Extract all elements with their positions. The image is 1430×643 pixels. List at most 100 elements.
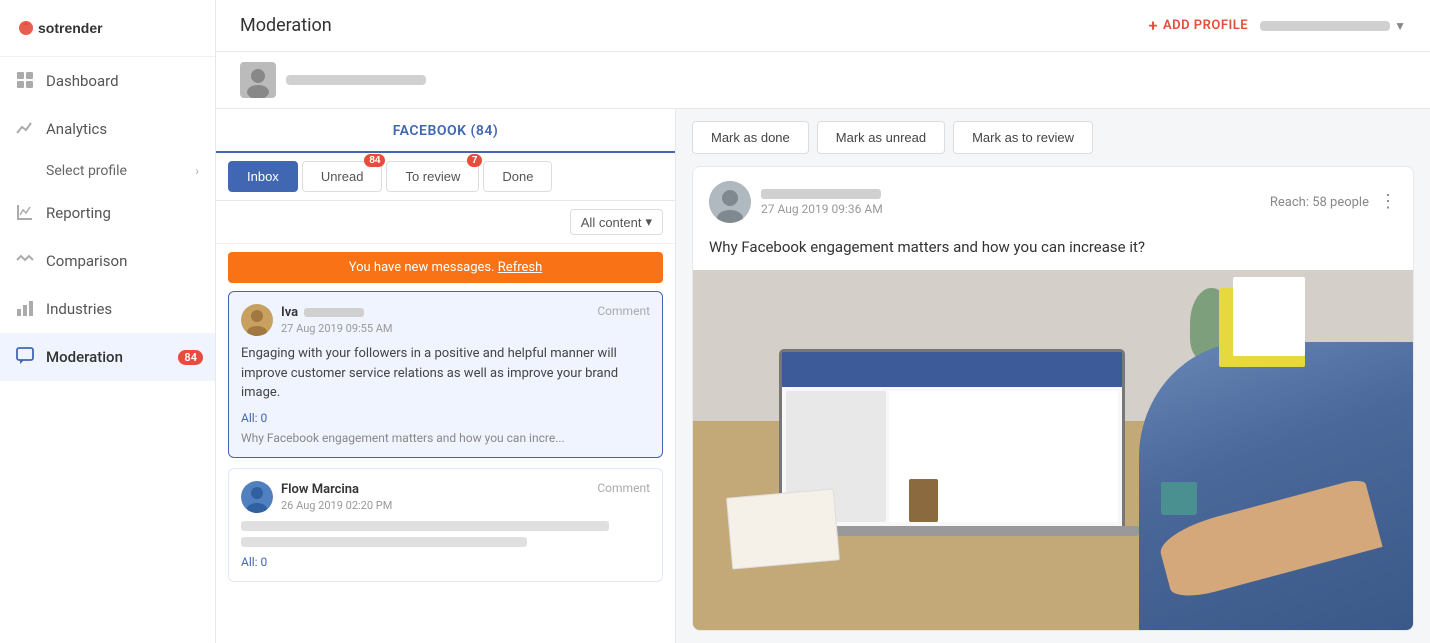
book-white bbox=[1233, 277, 1305, 356]
pen-holder bbox=[909, 479, 938, 522]
industries-icon bbox=[16, 299, 36, 319]
facebook-title: FACEBOOK (84) bbox=[232, 123, 659, 151]
post-author-name-blur bbox=[761, 189, 881, 199]
mug bbox=[1161, 482, 1197, 514]
profile-dropdown[interactable]: ▼ bbox=[1260, 19, 1406, 33]
message-author: Iva 27 Aug 2019 09:55 AM bbox=[241, 304, 393, 336]
dropdown-arrow-icon: ▼ bbox=[1394, 19, 1406, 33]
filter-chevron-icon: ▾ bbox=[645, 214, 652, 230]
avatar-img bbox=[709, 181, 751, 223]
tab-unread[interactable]: 84 Unread bbox=[302, 161, 383, 192]
message-post-ref: Why Facebook engagement matters and how … bbox=[241, 431, 650, 445]
review-count-badge: 7 bbox=[467, 154, 483, 167]
tab-done[interactable]: Done bbox=[483, 161, 552, 192]
reporting-icon bbox=[16, 203, 36, 223]
sidebar-item-analytics-label: Analytics bbox=[46, 120, 107, 138]
message-type: Comment bbox=[597, 481, 650, 495]
tab-to-review[interactable]: 7 To review bbox=[386, 161, 479, 192]
chevron-right-icon: › bbox=[195, 164, 199, 178]
left-panel: FACEBOOK (84) Inbox 84 Unread 7 To revie… bbox=[216, 109, 676, 643]
filter-label: All content bbox=[581, 215, 642, 230]
new-messages-text: You have new messages. bbox=[349, 260, 495, 275]
more-options-icon[interactable]: ⋮ bbox=[1379, 193, 1397, 211]
message-type: Comment bbox=[597, 304, 650, 318]
author-info: Iva 27 Aug 2019 09:55 AM bbox=[281, 305, 393, 335]
sotrender-logo: sotrender bbox=[16, 14, 146, 42]
post-title: Why Facebook engagement matters and how … bbox=[693, 237, 1413, 270]
page-title: Moderation bbox=[240, 15, 332, 36]
left-content: FACEBOOK (84) Inbox 84 Unread 7 To revie… bbox=[216, 109, 675, 643]
sidebar-item-analytics[interactable]: Analytics bbox=[0, 105, 215, 153]
sidebar: sotrender Dashboard Analytics Select pro… bbox=[0, 0, 216, 643]
message-link[interactable]: All: 0 bbox=[241, 555, 650, 569]
message-link[interactable]: All: 0 bbox=[241, 411, 650, 425]
tab-inbox[interactable]: Inbox bbox=[228, 161, 298, 192]
author-info: Flow Marcina 26 Aug 2019 02:20 PM bbox=[281, 482, 392, 512]
list-item[interactable]: Flow Marcina 26 Aug 2019 02:20 PM Commen… bbox=[228, 468, 663, 582]
tab-unread-label: Unread bbox=[321, 169, 364, 184]
message-header: Flow Marcina 26 Aug 2019 02:20 PM Commen… bbox=[241, 481, 650, 513]
new-messages-banner: You have new messages. Refresh bbox=[228, 252, 663, 283]
action-bar: Mark as done Mark as unread Mark as to r… bbox=[676, 109, 1430, 166]
reach-label: Reach: 58 people bbox=[1270, 195, 1369, 210]
sidebar-item-moderation-label: Moderation bbox=[46, 348, 123, 366]
post-image bbox=[693, 270, 1413, 630]
sidebar-item-industries-label: Industries bbox=[46, 300, 112, 318]
comparison-icon bbox=[16, 251, 36, 271]
author-name: Flow Marcina bbox=[281, 482, 392, 497]
message-header: Iva 27 Aug 2019 09:55 AM Comment bbox=[241, 304, 650, 336]
post-author-avatar bbox=[709, 181, 751, 223]
message-list: Iva 27 Aug 2019 09:55 AM Comment Engagin… bbox=[216, 291, 675, 643]
sidebar-item-moderation[interactable]: Moderation 84 bbox=[0, 333, 215, 381]
sidebar-item-dashboard[interactable]: Dashboard bbox=[0, 57, 215, 105]
refresh-link[interactable]: Refresh bbox=[498, 260, 542, 275]
list-item[interactable]: Iva 27 Aug 2019 09:55 AM Comment Engagin… bbox=[228, 291, 663, 458]
tab-inbox-label: Inbox bbox=[247, 169, 279, 184]
post-reach: Reach: 58 people ⋮ bbox=[1270, 193, 1397, 211]
screen-header bbox=[782, 352, 1122, 387]
select-profile-label: Select profile bbox=[46, 163, 127, 179]
tab-done-label: Done bbox=[502, 169, 533, 184]
author-name: Iva bbox=[281, 305, 393, 320]
mark-review-button[interactable]: Mark as to review bbox=[953, 121, 1093, 154]
unread-count-badge: 84 bbox=[364, 154, 385, 167]
main-content: Moderation + ADD PROFILE ▼ FACEBOOK (84) bbox=[216, 0, 1430, 643]
profile-name-bar bbox=[1260, 21, 1390, 31]
blurred-text-bar bbox=[241, 521, 609, 531]
post-detail: 27 Aug 2019 09:36 AM Reach: 58 people ⋮ … bbox=[676, 166, 1430, 643]
sidebar-item-comparison[interactable]: Comparison bbox=[0, 237, 215, 285]
post-author: 27 Aug 2019 09:36 AM bbox=[709, 181, 883, 223]
add-profile-button[interactable]: + ADD PROFILE bbox=[1149, 16, 1248, 35]
message-time: 26 Aug 2019 02:20 PM bbox=[281, 499, 392, 512]
chart-icon bbox=[16, 119, 36, 139]
sidebar-item-dashboard-label: Dashboard bbox=[46, 72, 119, 90]
message-body: Engaging with your followers in a positi… bbox=[241, 344, 650, 403]
sidebar-item-comparison-label: Comparison bbox=[46, 252, 127, 270]
message-time: 27 Aug 2019 09:55 AM bbox=[281, 322, 393, 335]
right-panel: Mark as done Mark as unread Mark as to r… bbox=[676, 109, 1430, 643]
logo: sotrender bbox=[0, 0, 215, 57]
message-author: Flow Marcina 26 Aug 2019 02:20 PM bbox=[241, 481, 392, 513]
profile-name-placeholder bbox=[286, 75, 426, 85]
blurred-text-bar bbox=[241, 537, 527, 547]
mark-unread-button[interactable]: Mark as unread bbox=[817, 121, 945, 154]
filter-row: All content ▾ bbox=[216, 201, 675, 244]
svg-text:sotrender: sotrender bbox=[38, 20, 103, 36]
chat-icon bbox=[16, 347, 36, 367]
post-card-header: 27 Aug 2019 09:36 AM Reach: 58 people ⋮ bbox=[693, 167, 1413, 237]
desk-scene bbox=[693, 270, 1413, 630]
plus-icon: + bbox=[1149, 16, 1158, 35]
moderation-badge: 84 bbox=[178, 350, 203, 365]
sidebar-item-industries[interactable]: Industries bbox=[0, 285, 215, 333]
filter-button[interactable]: All content ▾ bbox=[570, 209, 663, 235]
select-profile-item[interactable]: Select profile › bbox=[0, 153, 215, 189]
content-area: FACEBOOK (84) Inbox 84 Unread 7 To revie… bbox=[216, 109, 1430, 643]
post-card: 27 Aug 2019 09:36 AM Reach: 58 people ⋮ … bbox=[692, 166, 1414, 631]
topbar-right: + ADD PROFILE ▼ bbox=[1149, 16, 1406, 35]
mark-done-button[interactable]: Mark as done bbox=[692, 121, 809, 154]
author-name-blur bbox=[304, 308, 364, 317]
sidebar-item-reporting[interactable]: Reporting bbox=[0, 189, 215, 237]
post-author-info: 27 Aug 2019 09:36 AM bbox=[761, 189, 883, 216]
tabs-row: Inbox 84 Unread 7 To review Done bbox=[216, 153, 675, 201]
sidebar-item-reporting-label: Reporting bbox=[46, 204, 111, 222]
